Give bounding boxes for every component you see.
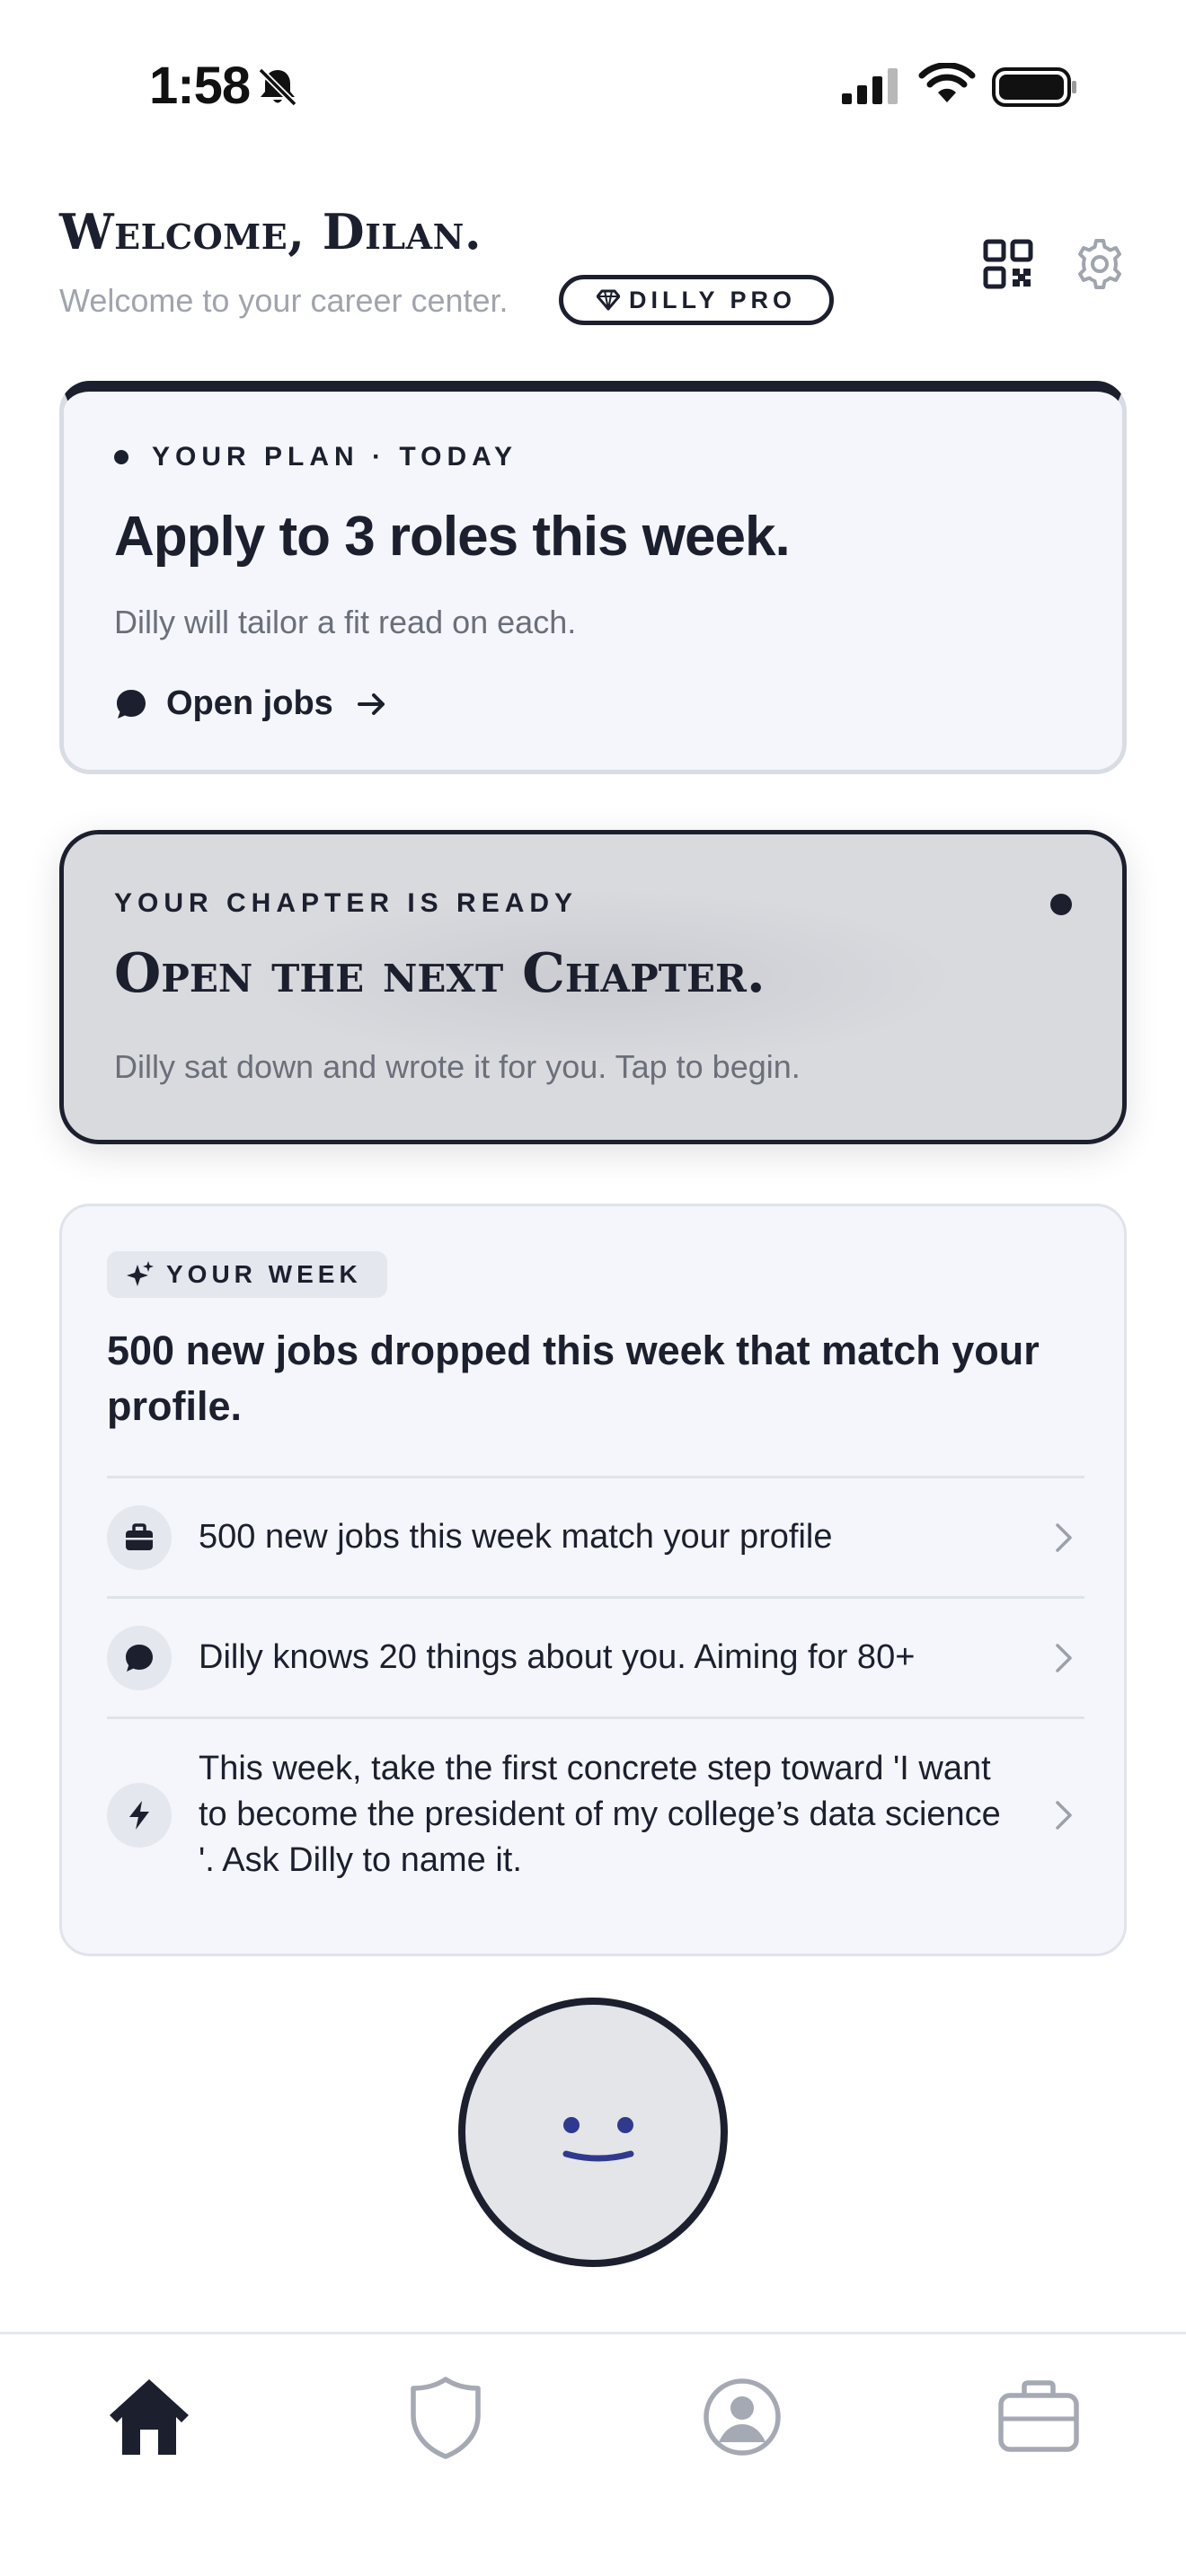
week-item-goal-step[interactable]: This week, take the first concrete step … bbox=[107, 1716, 1084, 1910]
chevron-right-icon bbox=[1056, 1643, 1072, 1672]
chat-bubble-icon bbox=[126, 1644, 153, 1672]
week-card: YOUR WEEK 500 new jobs dropped this week… bbox=[59, 1204, 1127, 1956]
chapter-card[interactable]: YOUR CHAPTER IS READY Open the next Chap… bbox=[59, 830, 1127, 1144]
page-subtitle: Welcome to your career center. bbox=[59, 282, 509, 319]
unread-dot bbox=[1050, 894, 1072, 915]
chat-bubble-icon bbox=[117, 689, 146, 719]
week-item-dilly-knows[interactable]: Dilly knows 20 things about you. Aiming … bbox=[107, 1596, 1084, 1716]
chapter-title: Open the next Chapter. bbox=[114, 942, 766, 1005]
plan-title: Apply to 3 roles this week. bbox=[114, 506, 791, 568]
status-time: 1:58 bbox=[149, 57, 251, 115]
week-item-text: Dilly knows 20 things about you. Aiming … bbox=[199, 1638, 916, 1676]
smiley-face-icon bbox=[562, 2117, 634, 2162]
week-list: 500 new jobs this week match your profil… bbox=[107, 1476, 1084, 1910]
page-title: Welcome, Dilan. bbox=[59, 203, 482, 260]
profile-icon bbox=[704, 2378, 781, 2456]
nav-jobs[interactable] bbox=[985, 2363, 1093, 2471]
cellular-signal-icon bbox=[842, 68, 898, 104]
nav-home[interactable] bbox=[95, 2363, 203, 2471]
nav-shield[interactable] bbox=[392, 2363, 500, 2471]
plan-subtitle: Dilly will tailor a fit read on each. bbox=[114, 604, 577, 640]
plan-eyebrow-label: YOUR PLAN · TODAY bbox=[152, 442, 518, 472]
week-item-new-jobs[interactable]: 500 new jobs this week match your profil… bbox=[107, 1476, 1084, 1596]
lightning-icon bbox=[129, 1800, 149, 1830]
open-jobs-link[interactable]: Open jobs bbox=[114, 684, 387, 723]
nav-profile[interactable] bbox=[688, 2363, 796, 2471]
week-tag-label: YOUR WEEK bbox=[166, 1260, 362, 1288]
week-item-text: This week, take the first concrete step … bbox=[199, 1750, 1001, 1879]
chapter-eyebrow: YOUR CHAPTER IS READY bbox=[114, 888, 579, 918]
briefcase-icon bbox=[126, 1522, 153, 1550]
bell-slash-icon bbox=[258, 67, 297, 107]
bottom-nav bbox=[0, 2332, 1186, 2576]
qr-code-icon[interactable] bbox=[983, 239, 1033, 289]
status-bar: 1:58 bbox=[0, 0, 1186, 171]
diamond-icon bbox=[596, 289, 620, 311]
wifi-icon bbox=[918, 63, 976, 102]
briefcase-icon bbox=[998, 2380, 1079, 2452]
home-icon bbox=[110, 2379, 189, 2455]
row-icon-circle bbox=[107, 1782, 172, 1848]
chevron-right-icon bbox=[1056, 1522, 1072, 1552]
dilly-pro-badge[interactable]: DILLY PRO bbox=[559, 275, 834, 325]
pro-badge-label: DILLY PRO bbox=[628, 286, 797, 313]
week-item-text: 500 new jobs this week match your profil… bbox=[199, 1518, 833, 1556]
chapter-subtitle: Dilly sat down and wrote it for you. Tap… bbox=[114, 1048, 801, 1085]
open-jobs-label: Open jobs bbox=[166, 684, 333, 722]
battery-icon bbox=[992, 67, 1076, 107]
row-icon-circle bbox=[107, 1504, 172, 1570]
dilly-chat-button[interactable] bbox=[458, 1998, 728, 2267]
plan-eyebrow: YOUR PLAN · TODAY bbox=[114, 442, 518, 472]
week-tag: YOUR WEEK bbox=[107, 1251, 387, 1298]
sparkle-icon bbox=[127, 1261, 154, 1286]
week-headline: 500 new jobs dropped this week that matc… bbox=[107, 1328, 1040, 1429]
gear-icon[interactable] bbox=[1073, 237, 1127, 291]
plan-card[interactable]: YOUR PLAN · TODAY Apply to 3 roles this … bbox=[59, 381, 1127, 774]
chevron-right-icon bbox=[1056, 1800, 1072, 1830]
bullet-dot bbox=[114, 450, 128, 464]
row-icon-circle bbox=[107, 1625, 172, 1690]
arrow-right-icon bbox=[357, 693, 385, 715]
shield-icon bbox=[411, 2377, 481, 2459]
